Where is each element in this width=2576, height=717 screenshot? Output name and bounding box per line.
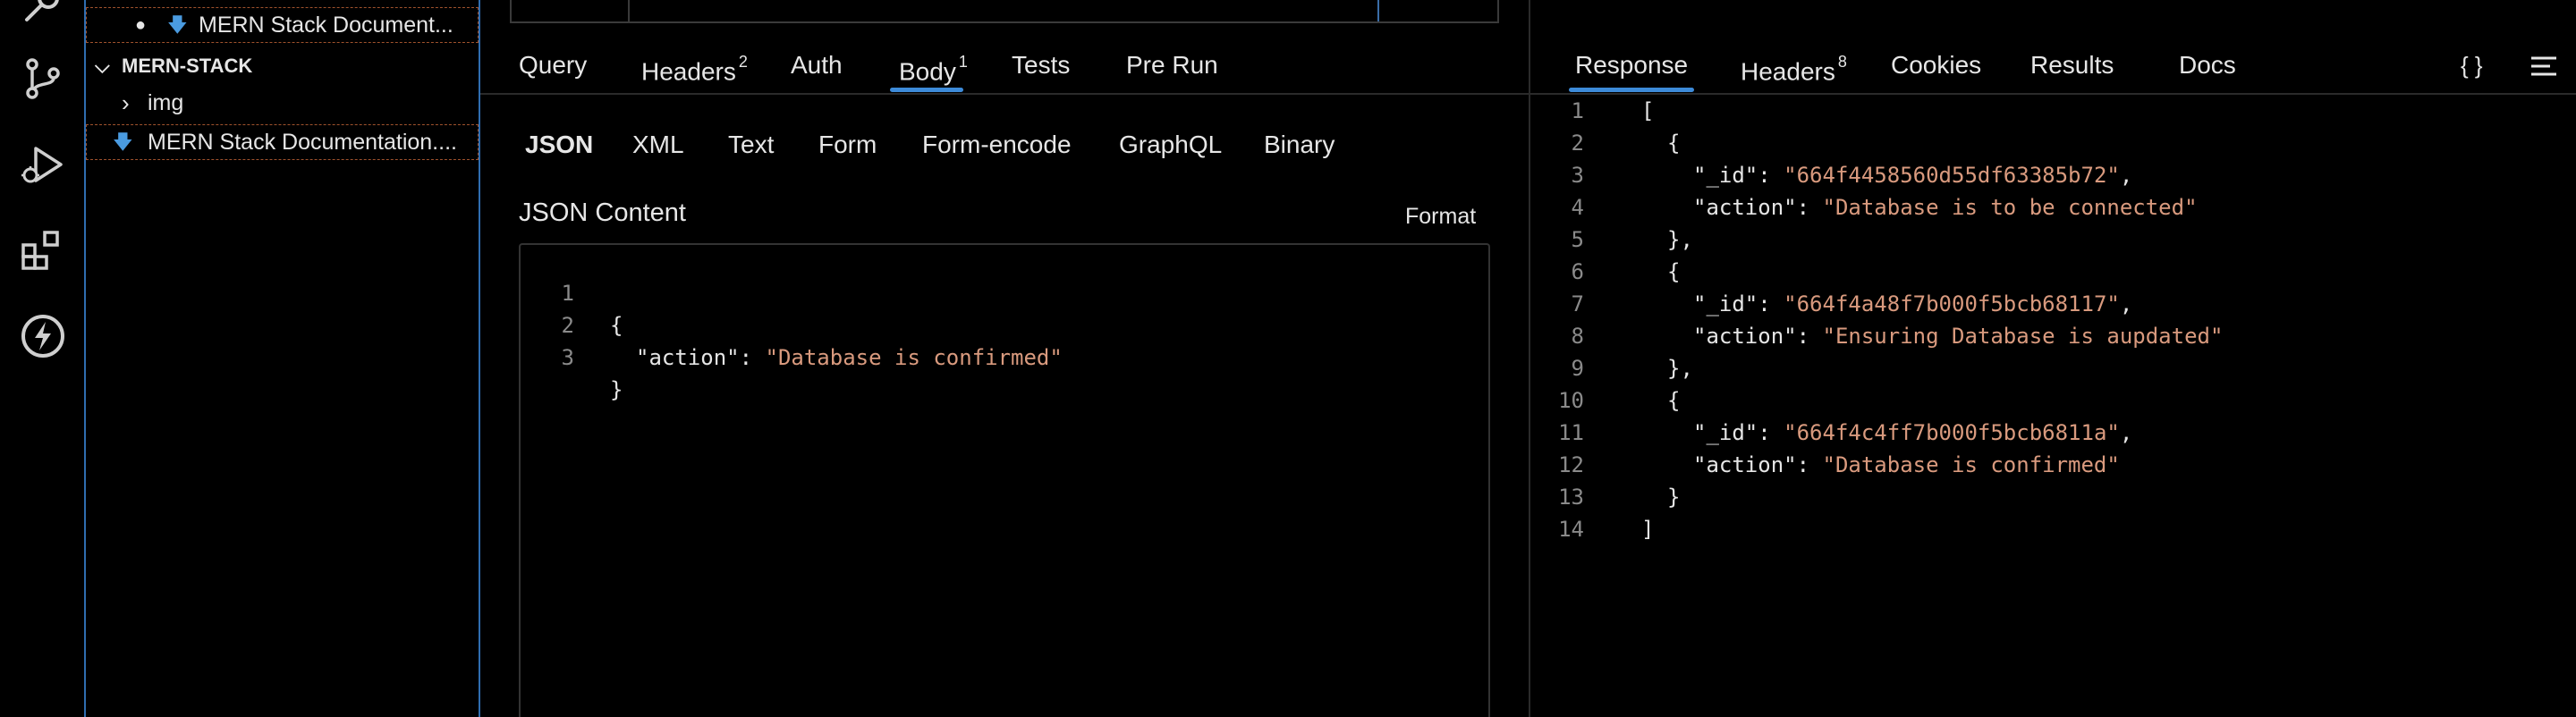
- json-editor[interactable]: 1 { 2 "action": "Database is confirmed" …: [519, 243, 1490, 717]
- active-tab-indicator: [1569, 88, 1694, 92]
- run-debug-icon[interactable]: [20, 141, 66, 188]
- tab-pre-run[interactable]: Pre Run: [1126, 38, 1218, 92]
- response-body: 1[ 2{ 3 "_id": "664f4458560d55df63385b72"…: [1558, 98, 2224, 542]
- resp-tab-headers[interactable]: Headers 8: [1741, 38, 1847, 98]
- unsaved-dot-icon: ●: [135, 15, 147, 35]
- body-type-binary[interactable]: Binary: [1264, 127, 1335, 163]
- download-arrow-icon: 🡇: [167, 13, 188, 36]
- tree-item-label: MERN Stack Documentation....: [148, 130, 457, 155]
- thunder-client-icon[interactable]: [20, 313, 66, 359]
- download-arrow-icon: 🡇: [113, 131, 133, 153]
- url-bar[interactable]: [510, 0, 1499, 23]
- source-control-icon[interactable]: [20, 55, 66, 102]
- folder-header[interactable]: ⌵ MERN-STACK: [86, 48, 479, 84]
- send-button[interactable]: [1377, 0, 1497, 21]
- chevron-down-icon: ⌵: [95, 55, 110, 77]
- tabs-divider: [480, 93, 1529, 95]
- code-line: 3 }: [561, 345, 623, 402]
- code-line: 2 "action": "Database is confirmed": [561, 313, 1063, 370]
- tree-item-doc[interactable]: 🡇 MERN Stack Documentation....: [86, 124, 479, 160]
- body-type-xml[interactable]: XML: [632, 127, 684, 163]
- body-type-graphql[interactable]: GraphQL: [1119, 127, 1222, 163]
- tab-tests[interactable]: Tests: [1012, 38, 1070, 92]
- active-tab-indicator: [890, 88, 963, 92]
- explorer-panel: ● 🡇 MERN Stack Document... ⌵ MERN-STACK …: [84, 0, 480, 717]
- menu-lines-icon[interactable]: [2530, 55, 2557, 77]
- resp-tab-response[interactable]: Response: [1575, 38, 1688, 92]
- body-type-form-encode[interactable]: Form-encode: [922, 127, 1072, 163]
- tab-auth[interactable]: Auth: [791, 38, 843, 92]
- open-editor-item[interactable]: ● 🡇 MERN Stack Document...: [86, 7, 479, 43]
- braces-icon[interactable]: { }: [2461, 38, 2483, 92]
- json-content-label: JSON Content: [519, 198, 686, 227]
- resp-tab-cookies[interactable]: Cookies: [1891, 38, 1981, 92]
- code-line: 1 {: [561, 281, 623, 338]
- folder-label: MERN-STACK: [122, 55, 253, 77]
- chevron-right-icon: ›: [122, 89, 130, 116]
- tab-headers[interactable]: Headers 2: [641, 38, 748, 98]
- search-icon[interactable]: [20, 0, 66, 27]
- resp-tab-results[interactable]: Results: [2030, 38, 2114, 92]
- format-button[interactable]: Format: [1405, 198, 1476, 234]
- request-tabs: Query Headers 2 Auth Body 1 Tests Pre Run: [480, 38, 1529, 92]
- body-type-form[interactable]: Form: [818, 127, 877, 163]
- tab-query[interactable]: Query: [519, 38, 587, 92]
- body-type-json[interactable]: JSON: [525, 127, 593, 163]
- activity-bar: [0, 0, 84, 717]
- method-select[interactable]: [512, 0, 630, 21]
- request-panel: Query Headers 2 Auth Body 1 Tests Pre Run …: [480, 0, 1529, 717]
- body-type-text[interactable]: Text: [728, 127, 774, 163]
- extensions-icon[interactable]: [20, 227, 66, 274]
- resp-tab-docs[interactable]: Docs: [2179, 38, 2236, 92]
- open-editor-label: MERN Stack Document...: [199, 13, 453, 38]
- response-panel: Response Headers 8 Cookies Results Docs {…: [1529, 0, 2576, 717]
- tree-item-label: img: [148, 90, 184, 115]
- tree-item-img[interactable]: › img: [86, 85, 479, 121]
